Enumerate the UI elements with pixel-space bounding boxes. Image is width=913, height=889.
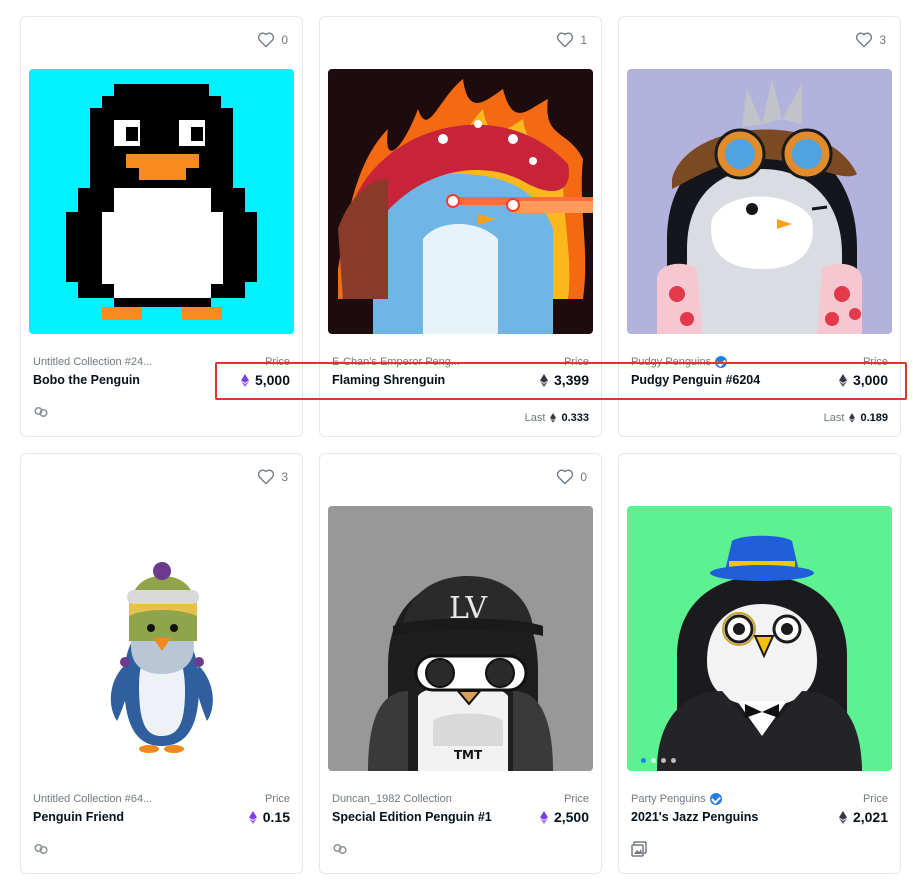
link-icon xyxy=(33,841,49,857)
collection-name[interactable]: Duncan_1982 Collection xyxy=(332,793,482,805)
heart-icon xyxy=(258,32,275,48)
nft-card[interactable]: 0 LV TMT Duncan_1982 Collection Special … xyxy=(319,453,602,874)
eth-icon xyxy=(849,413,856,423)
carousel-dot[interactable] xyxy=(671,758,676,763)
collection-name[interactable]: Untitled Collection #64... xyxy=(33,793,183,805)
nft-info: Untitled Collection #24... Bobo the Peng… xyxy=(33,356,183,387)
heart-icon xyxy=(557,32,574,48)
price-block: Price 3,399 xyxy=(539,356,589,388)
price-block: Price 3,000 xyxy=(838,356,888,388)
heart-icon xyxy=(258,469,275,485)
nft-info: Untitled Collection #64... Penguin Frien… xyxy=(33,793,183,824)
gallery-icon xyxy=(631,841,647,857)
last-label: Last xyxy=(823,412,845,424)
carousel-dot[interactable] xyxy=(651,758,656,763)
last-label: Last xyxy=(524,412,546,424)
price-value: 2,500 xyxy=(539,809,589,825)
price-value: 3,000 xyxy=(838,372,888,388)
fire-penguin-image xyxy=(328,69,593,334)
eth-icon xyxy=(240,373,249,387)
heart-icon xyxy=(557,469,574,485)
price-label: Price xyxy=(862,793,888,805)
link-icon xyxy=(332,841,348,857)
collection-name[interactable]: Pudgy Penguins xyxy=(631,356,781,368)
price-block: Price 0.15 xyxy=(248,793,290,825)
favorite-button[interactable]: 3 xyxy=(855,31,886,48)
eth-icon xyxy=(248,810,257,824)
price-value: 2,021 xyxy=(838,809,888,825)
nft-image[interactable]: LV TMT xyxy=(328,506,593,771)
nft-card[interactable]: 3 Untitled Collection #64... Penguin Fri… xyxy=(20,453,303,874)
favorite-button[interactable]: 0 xyxy=(556,468,587,485)
nft-image[interactable] xyxy=(627,69,892,334)
price-value: 3,399 xyxy=(539,372,589,388)
verified-badge-icon xyxy=(715,356,728,368)
likes-count: 1 xyxy=(580,32,587,47)
nft-card[interactable]: 0 Untitled Collection #24... Bobo the Pe… xyxy=(20,16,303,437)
price-label: Price xyxy=(563,793,589,805)
shirt-logo-text: TMT xyxy=(454,748,483,762)
eth-icon xyxy=(838,373,847,387)
favorite-button[interactable]: 0 xyxy=(257,31,288,48)
nft-image[interactable] xyxy=(29,69,294,334)
cap-logo-text: LV xyxy=(449,591,488,626)
collection-name[interactable]: E-Chan's Emperor Peng... xyxy=(332,356,482,368)
last-value: 0.333 xyxy=(561,412,589,424)
link-icon xyxy=(33,404,49,420)
collection-name[interactable]: Party Penguins xyxy=(631,793,781,805)
nft-info: Pudgy Penguins Pudgy Penguin #6204 xyxy=(631,356,781,387)
price-label: Price xyxy=(264,793,290,805)
nft-grid: 0 Untitled Collection #24... Bobo the Pe… xyxy=(0,0,913,889)
collection-name[interactable]: Untitled Collection #24... xyxy=(33,356,183,368)
3d-penguin-image xyxy=(29,506,294,771)
nft-image[interactable] xyxy=(328,69,593,334)
price-value: 0.15 xyxy=(248,809,290,825)
price-value: 5,000 xyxy=(240,372,290,388)
price-label: Price xyxy=(862,356,888,368)
nft-info: Party Penguins 2021's Jazz Penguins xyxy=(631,793,781,824)
verified-badge-icon xyxy=(709,793,722,805)
grayscale-penguin-image: LV TMT xyxy=(328,506,593,771)
likes-count: 0 xyxy=(281,32,288,47)
item-name[interactable]: Special Edition Penguin #1 xyxy=(332,810,492,824)
item-name[interactable]: Penguin Friend xyxy=(33,810,183,824)
nft-info: Duncan_1982 Collection Special Edition P… xyxy=(332,793,492,824)
likes-count: 3 xyxy=(879,32,886,47)
pixel-penguin-image xyxy=(29,69,294,334)
price-block: Price 2,021 xyxy=(838,793,888,825)
jazz-penguin-image xyxy=(627,506,892,771)
last-sale: Last 0.189 xyxy=(824,412,888,424)
price-block: Price 5,000 xyxy=(240,356,290,388)
item-name[interactable]: 2021's Jazz Penguins xyxy=(631,810,781,824)
favorite-button[interactable]: 1 xyxy=(556,31,587,48)
item-name[interactable]: Pudgy Penguin #6204 xyxy=(631,373,781,387)
last-value: 0.189 xyxy=(860,412,888,424)
price-label: Price xyxy=(264,356,290,368)
nft-image[interactable] xyxy=(627,506,892,771)
nft-card[interactable]: 3 Pudgy Penguins Pudgy Penguin #6204 Pri… xyxy=(618,16,901,437)
favorite-button[interactable]: 3 xyxy=(257,468,288,485)
eth-icon xyxy=(550,413,557,423)
nft-card[interactable]: Party Penguins 2021's Jazz Penguins Pric… xyxy=(618,453,901,874)
likes-count: 3 xyxy=(281,469,288,484)
nft-image[interactable] xyxy=(29,506,294,771)
price-block: Price 2,500 xyxy=(539,793,589,825)
last-sale: Last 0.333 xyxy=(525,412,589,424)
heart-icon xyxy=(856,32,873,48)
carousel-dots[interactable] xyxy=(641,758,676,763)
carousel-dot[interactable] xyxy=(661,758,666,763)
item-name[interactable]: Bobo the Penguin xyxy=(33,373,183,387)
item-name[interactable]: Flaming Shrenguin xyxy=(332,373,482,387)
likes-count: 0 xyxy=(580,469,587,484)
eth-icon xyxy=(838,810,847,824)
eth-icon xyxy=(539,810,548,824)
price-label: Price xyxy=(563,356,589,368)
nft-info: E-Chan's Emperor Peng... Flaming Shrengu… xyxy=(332,356,482,387)
nft-card[interactable]: 1 E-Chan's Emperor Peng... Flaming Shren… xyxy=(319,16,602,437)
pudgy-penguin-image xyxy=(627,69,892,334)
eth-icon xyxy=(539,373,548,387)
carousel-dot[interactable] xyxy=(641,758,646,763)
